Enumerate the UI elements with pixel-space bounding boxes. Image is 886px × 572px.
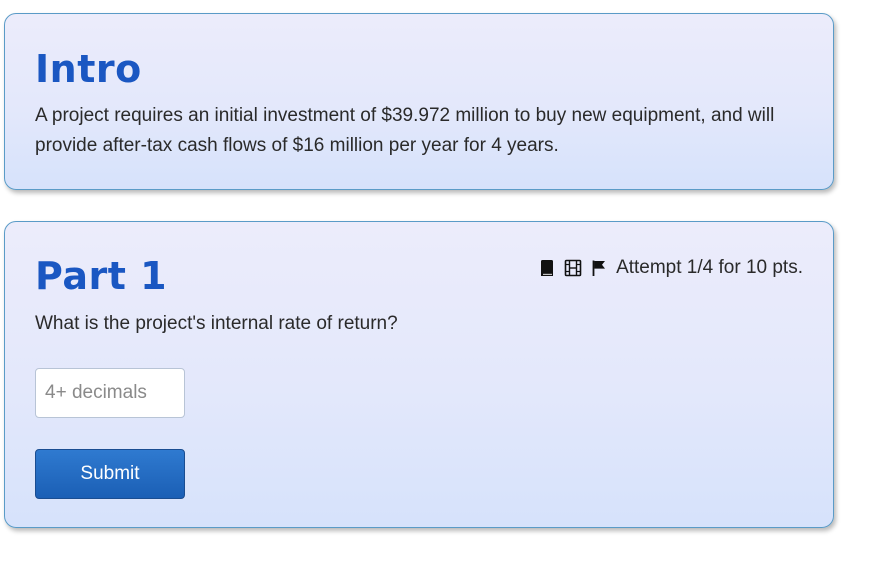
part-1-card: Part 1 Attempt 1/4 for 10 pts. What is t…	[4, 221, 834, 528]
question-text: What is the project's internal rate of r…	[35, 313, 398, 334]
intro-text: A project requires an initial investment…	[35, 105, 775, 156]
attempt-counter: Attempt 1/4 for 10 pts.	[616, 257, 803, 278]
part-1-title: Part 1	[35, 254, 168, 298]
part-toolbar: Attempt 1/4 for 10 pts.	[538, 256, 803, 280]
submit-button[interactable]: Submit	[35, 449, 185, 499]
answer-input[interactable]	[35, 368, 185, 418]
intro-card: Intro A project requires an initial inve…	[4, 13, 834, 190]
intro-title: Intro	[35, 47, 142, 91]
book-icon[interactable]	[538, 259, 556, 277]
film-icon[interactable]	[564, 259, 582, 277]
flag-icon[interactable]	[590, 259, 608, 277]
